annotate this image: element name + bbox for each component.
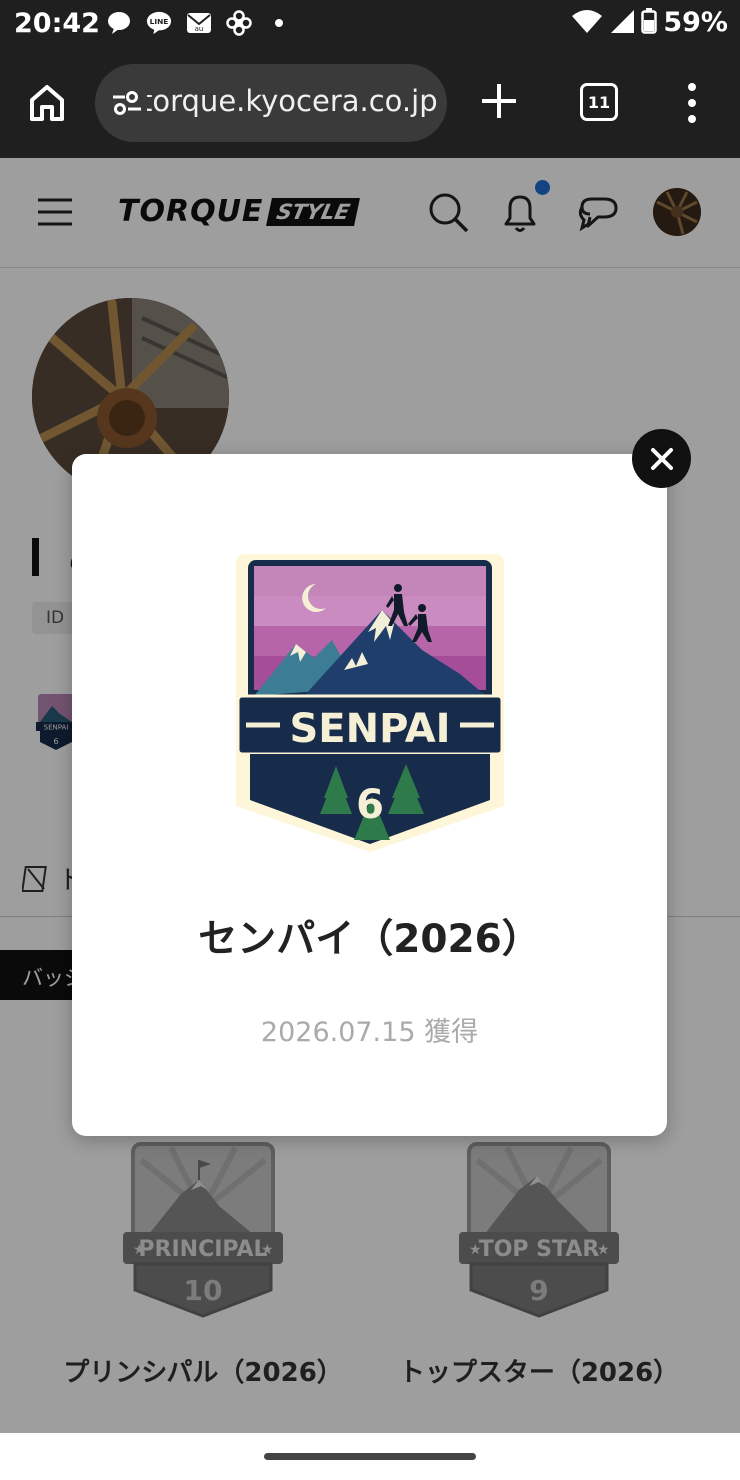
senpai-banner-text: SENPAI [289,706,450,752]
chat-bubble-icon [106,10,132,36]
modal-title: センパイ（2026） [198,917,541,962]
status-right: 59% [571,7,728,38]
home-button[interactable] [24,80,70,126]
home-icon [30,85,64,121]
dot-icon [266,10,292,36]
badge-detail-modal: SENPAI 6 センパイ（2026） 2026.07.15 獲得 [72,454,667,1136]
browser-menu-button[interactable] [680,81,704,125]
tab-switcher-button[interactable]: 11 [580,83,618,121]
signal-icon [609,8,635,38]
address-bar[interactable]: torque.kyocera.co.jp [95,64,447,142]
mail-icon: au [186,10,212,36]
notification-icons: LINE au [106,10,292,36]
close-icon [650,447,673,470]
url-text[interactable]: torque.kyocera.co.jp [147,84,438,118]
pinwheel-icon [226,10,252,36]
status-time: 20:42 [14,8,100,39]
new-tab-button[interactable] [478,80,520,122]
gesture-handle[interactable] [264,1453,476,1460]
battery-percent: 59% [663,7,728,38]
wifi-icon [571,8,603,38]
status-bar: 20:42 LINE au 59% [0,0,740,50]
site-settings-icon[interactable] [111,87,143,119]
svg-text:au: au [195,25,204,33]
plus-icon [482,84,516,118]
system-nav-bar [0,1433,740,1480]
more-vert-icon [688,83,696,123]
battery-icon [641,7,658,38]
senpai-number: 6 [356,782,384,828]
senpai-badge: SENPAI 6 [236,554,504,852]
svg-text:LINE: LINE [150,17,169,26]
browser-toolbar: torque.kyocera.co.jp 11 [0,50,740,158]
acquired-date: 2026.07.15 獲得 [260,1017,479,1048]
close-modal-button[interactable] [632,429,691,488]
line-app-icon: LINE [146,10,172,36]
